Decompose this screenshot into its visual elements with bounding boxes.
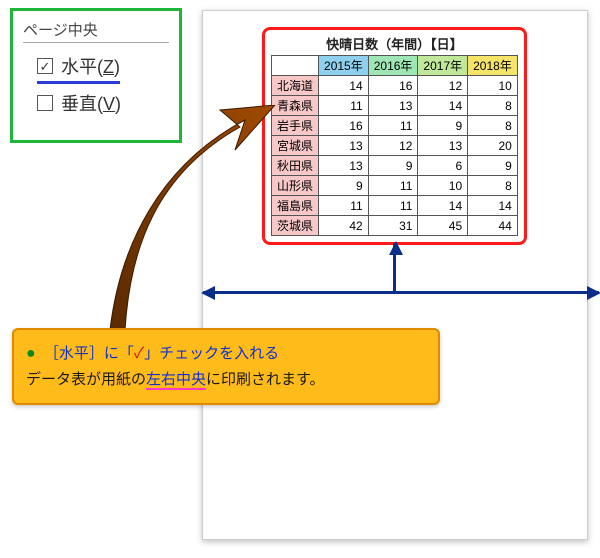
table-cell: 13: [418, 136, 468, 156]
table-cell: 9: [368, 156, 418, 176]
table-row: 北海道14161210: [272, 76, 518, 96]
table-cell: 8: [468, 176, 518, 196]
table-cell: 13: [319, 156, 369, 176]
table-cell: 42: [319, 216, 369, 236]
col-header: 2015年: [319, 56, 369, 76]
horizontal-center-arrow-icon: [203, 291, 599, 294]
data-table: 2015年 2016年 2017年 2018年 北海道14161210青森県11…: [271, 55, 518, 236]
table-cell: 9: [468, 156, 518, 176]
table-cell: 14: [468, 196, 518, 216]
table-cell: 11: [368, 196, 418, 216]
row-header: 北海道: [272, 76, 319, 96]
col-header: 2016年: [368, 56, 418, 76]
checkmark-icon: ✓: [37, 58, 53, 74]
bullet-icon: ●: [26, 345, 36, 362]
table-cell: 10: [468, 76, 518, 96]
callout-line-1: ● ［水平］に「✓」チェックを入れる: [26, 340, 426, 367]
table-cell: 11: [368, 116, 418, 136]
table-row: 秋田県13969: [272, 156, 518, 176]
row-header: 青森県: [272, 96, 319, 116]
table-cell: 12: [368, 136, 418, 156]
table-cell: 14: [418, 196, 468, 216]
data-table-frame: 快晴日数（年間）【日】 2015年 2016年 2017年 2018年 北海道1…: [262, 27, 527, 245]
table-cell: 11: [319, 96, 369, 116]
checkbox-horizontal[interactable]: ✓ 水平(Z): [37, 53, 120, 84]
row-header: 岩手県: [272, 116, 319, 136]
callout-line-2: データ表が用紙の左右中央に印刷されます。: [26, 367, 426, 393]
table-cell: 12: [418, 76, 468, 96]
checkbox-vertical-label: 垂直(V): [61, 90, 121, 116]
settings-title: ページ中央: [23, 19, 169, 43]
vertical-center-arrow-icon: [393, 243, 396, 293]
table-cell: 14: [418, 96, 468, 116]
checkbox-horizontal-label: 水平(Z): [61, 53, 120, 79]
table-title: 快晴日数（年間）【日】: [271, 34, 518, 53]
table-row: 福島県11111414: [272, 196, 518, 216]
table-cell: 16: [319, 116, 369, 136]
row-header: 山形県: [272, 176, 319, 196]
table-cell: 11: [319, 196, 369, 216]
checkbox-vertical[interactable]: 垂直(V): [37, 90, 169, 116]
table-row: 宮城県13121320: [272, 136, 518, 156]
explanation-callout: ● ［水平］に「✓」チェックを入れる データ表が用紙の左右中央に印刷されます。: [12, 328, 440, 405]
table-cell: 20: [468, 136, 518, 156]
table-row: 青森県1113148: [272, 96, 518, 116]
table-cell: 44: [468, 216, 518, 236]
table-cell: 9: [418, 116, 468, 136]
row-header: 秋田県: [272, 156, 319, 176]
page-center-settings: ページ中央 ✓ 水平(Z) 垂直(V): [10, 8, 182, 143]
col-header: 2018年: [468, 56, 518, 76]
table-cell: 8: [468, 96, 518, 116]
table-corner: [272, 56, 319, 76]
paper-preview: 快晴日数（年間）【日】 2015年 2016年 2017年 2018年 北海道1…: [202, 10, 588, 540]
table-row: 岩手県161198: [272, 116, 518, 136]
table-cell: 13: [368, 96, 418, 116]
table-row: 茨城県42314544: [272, 216, 518, 236]
table-cell: 8: [468, 116, 518, 136]
table-cell: 31: [368, 216, 418, 236]
row-header: 福島県: [272, 196, 319, 216]
table-cell: 9: [319, 176, 369, 196]
table-cell: 14: [319, 76, 369, 96]
checkbox-empty-icon: [37, 95, 53, 111]
table-cell: 13: [319, 136, 369, 156]
row-header: 茨城県: [272, 216, 319, 236]
table-cell: 45: [418, 216, 468, 236]
table-cell: 11: [368, 176, 418, 196]
table-cell: 10: [418, 176, 468, 196]
table-row: 山形県911108: [272, 176, 518, 196]
row-header: 宮城県: [272, 136, 319, 156]
table-cell: 16: [368, 76, 418, 96]
col-header: 2017年: [418, 56, 468, 76]
table-cell: 6: [418, 156, 468, 176]
